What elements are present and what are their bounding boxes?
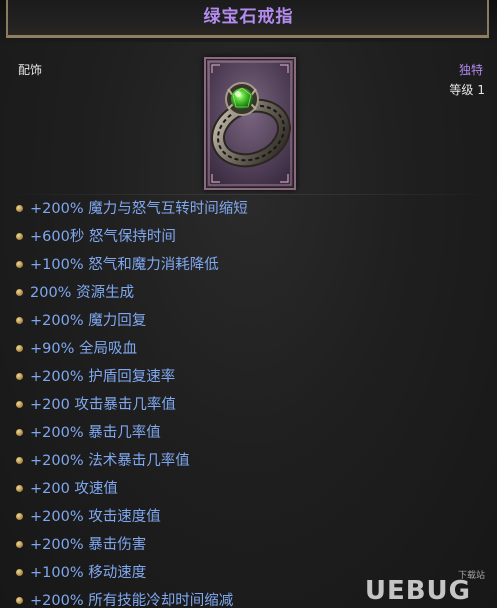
- bullet-icon: [16, 541, 23, 548]
- bullet-icon: [16, 513, 23, 520]
- affix-text: +100% 怒气和魔力消耗降低: [30, 257, 219, 273]
- bullet-icon: [16, 485, 23, 492]
- affix-item: +200% 魔力与怒气互转时间缩短: [0, 195, 497, 223]
- emerald-ring-icon: [208, 61, 292, 186]
- affix-text: +200% 攻击速度值: [30, 509, 161, 525]
- affix-text: +200% 魔力回复: [30, 313, 147, 329]
- watermark: UEBUG 下载站: [329, 571, 489, 606]
- affix-item: +100% 怒气和魔力消耗降低: [0, 251, 497, 279]
- bullet-icon: [16, 401, 23, 408]
- affix-item: +200% 护盾回复速率: [0, 363, 497, 391]
- item-level-label: 等级: [449, 83, 474, 97]
- watermark-small: 下载站: [457, 571, 485, 581]
- affix-text: +200 攻击暴击几率值: [30, 397, 176, 413]
- bullet-icon: [16, 569, 23, 576]
- bullet-icon: [16, 597, 23, 604]
- affix-text: +600秒 怒气保持时间: [30, 229, 176, 245]
- item-icon-card: [204, 57, 296, 190]
- tooltip-header: 绿宝石戒指: [0, 0, 497, 42]
- affix-item: +200% 攻击速度值: [0, 503, 497, 531]
- watermark-text: UEBUG: [364, 576, 471, 606]
- bullet-icon: [16, 345, 23, 352]
- affix-text: +200% 魔力与怒气互转时间缩短: [30, 201, 248, 217]
- affix-item: +200% 魔力回复: [0, 307, 497, 335]
- affix-item: +600秒 怒气保持时间: [0, 223, 497, 251]
- affix-item: 200% 资源生成: [0, 279, 497, 307]
- bullet-icon: [16, 373, 23, 380]
- bullet-icon: [16, 233, 23, 240]
- item-type: 配饰: [18, 63, 43, 77]
- affix-text: +200% 所有技能冷却时间缩减: [30, 593, 234, 608]
- item-name: 绿宝石戒指: [203, 7, 294, 27]
- affix-item: +90% 全局吸血: [0, 335, 497, 363]
- item-level: 等级 1: [449, 81, 485, 98]
- bullet-icon: [16, 205, 23, 212]
- affix-text: +90% 全局吸血: [30, 341, 137, 357]
- affix-text: +200% 护盾回复速率: [30, 369, 176, 385]
- bullet-icon: [16, 429, 23, 436]
- bullet-icon: [16, 289, 23, 296]
- bullet-icon: [16, 261, 23, 268]
- affix-text: +200 攻速值: [30, 481, 118, 497]
- affix-text: +200% 法术暴击几率值: [30, 453, 190, 469]
- affix-item: +200% 暴击几率值: [0, 419, 497, 447]
- affix-text: +100% 移动速度: [30, 565, 147, 581]
- item-tooltip: 绿宝石戒指 配饰 独特 等级 1 +200% 魔力与怒气互转时间缩短 +600秒…: [0, 0, 497, 608]
- affix-item: +200 攻速值: [0, 475, 497, 503]
- item-rarity: 独特: [458, 63, 483, 77]
- affix-list: +200% 魔力与怒气互转时间缩短 +600秒 怒气保持时间 +100% 怒气和…: [0, 195, 497, 608]
- affix-text: +200% 暴击伤害: [30, 537, 147, 553]
- bullet-icon: [16, 457, 23, 464]
- affix-text: 200% 资源生成: [30, 285, 135, 301]
- bullet-icon: [16, 317, 23, 324]
- affix-item: +200% 法术暴击几率值: [0, 447, 497, 475]
- affix-item: +200 攻击暴击几率值: [0, 391, 497, 419]
- affix-text: +200% 暴击几率值: [30, 425, 161, 441]
- item-level-value: 1: [477, 83, 485, 97]
- affix-item: +200% 暴击伤害: [0, 531, 497, 559]
